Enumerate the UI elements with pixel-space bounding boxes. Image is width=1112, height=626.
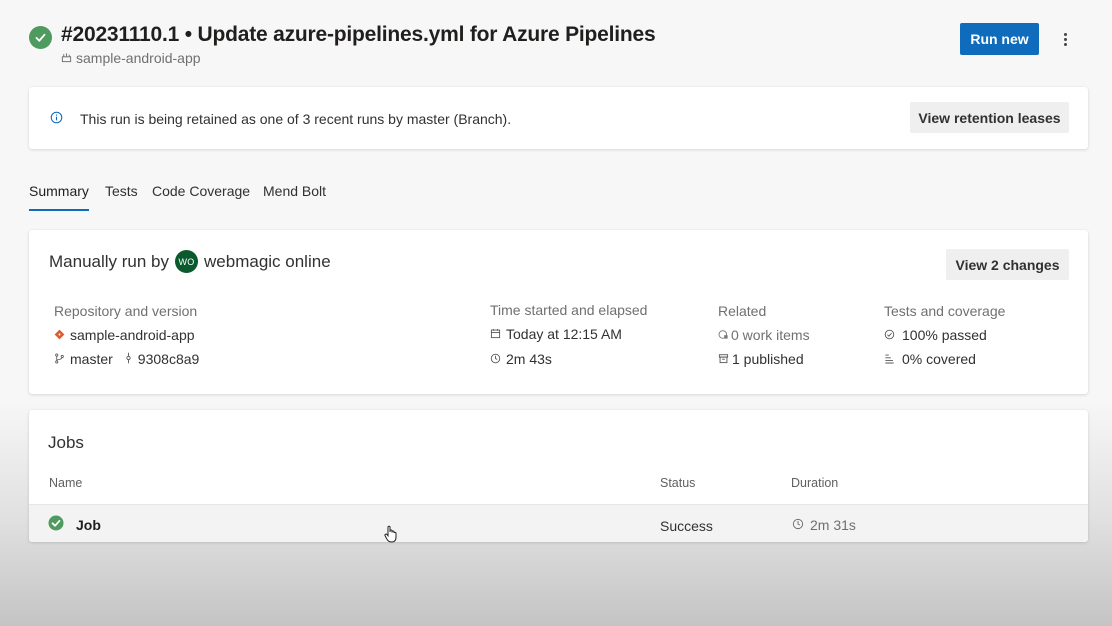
tab-summary-underline [29,209,89,211]
published-artifacts[interactable]: 1 published [718,351,804,367]
commit-hash[interactable]: 9308c8a9 [138,351,200,367]
page-title: #20231110.1 • Update azure-pipelines.yml… [61,23,656,46]
job-success-icon [48,515,64,536]
work-items[interactable]: 0 work items [718,327,810,343]
time-elapsed-text: 2m 43s [506,351,552,367]
related-heading: Related [718,303,767,319]
coverage-icon [884,351,895,367]
info-icon [50,111,63,129]
repo-subtitle[interactable]: sample-android-app [61,50,201,66]
coverage-text: 0% covered [902,351,976,367]
tests-passed[interactable]: 100% passed [884,327,987,343]
run-new-button[interactable]: Run new [960,23,1039,55]
branch-icon [54,351,65,367]
git-repo-icon [54,327,65,343]
check-circle-icon [884,327,895,343]
column-header-name: Name [49,476,83,490]
coverage[interactable]: 0% covered [884,351,976,367]
column-header-status: Status [660,476,696,490]
job-duration-text: 2m 31s [810,517,856,533]
tab-code-coverage[interactable]: Code Coverage [152,183,250,199]
view-retention-leases-button[interactable]: View retention leases [910,102,1069,133]
duration-clock-icon [792,517,804,533]
time-started: Today at 12:15 AM [490,326,622,342]
tab-summary[interactable]: Summary [29,183,89,199]
time-elapsed: 2m 43s [490,351,552,367]
time-heading: Time started and elapsed [490,302,648,318]
published-text: 1 published [732,351,804,367]
retention-banner: This run is being retained as one of 3 r… [29,87,1088,149]
calendar-icon [490,326,501,342]
manually-run-by: Manually run by WO webmagic online [49,250,331,273]
repository-link[interactable]: sample-android-app [54,327,195,343]
commit-icon [124,351,133,367]
branch-name[interactable]: master [70,351,113,367]
time-started-text: Today at 12:15 AM [506,326,622,342]
tests-heading: Tests and coverage [884,303,1006,319]
job-name: Job [76,517,101,533]
column-header-duration: Duration [791,476,839,490]
repo-icon [61,50,72,66]
tests-passed-text: 100% passed [902,327,987,343]
jobs-title: Jobs [48,433,84,452]
repository-name: sample-android-app [70,327,195,343]
work-items-text: 0 work items [731,327,810,343]
branch-commit: master 9308c8a9 [54,351,199,367]
repository-heading: Repository and version [54,303,198,319]
run-status-success-icon [29,26,52,49]
job-duration: 2m 31s [792,517,856,533]
table-row[interactable]: Job Success 2m 31s [29,504,1088,542]
hand-cursor-icon [384,525,398,548]
artifact-icon [718,351,729,367]
more-actions-icon[interactable] [1058,28,1072,50]
manually-run-by-label: Manually run by [49,251,170,271]
retention-message: This run is being retained as one of 3 r… [80,111,512,127]
repo-subtitle-text: sample-android-app [76,50,201,66]
view-changes-button[interactable]: View 2 changes [946,249,1069,280]
summary-card: Manually run by WO webmagic online View … [29,230,1088,394]
job-status: Success [660,518,713,534]
clock-icon [490,351,501,367]
tab-tests[interactable]: Tests [105,183,138,199]
user-name[interactable]: webmagic online [204,252,331,272]
work-item-icon [718,327,729,343]
avatar: WO [175,250,199,273]
jobs-card: Jobs Name Status Duration Job Success 2m… [29,410,1088,542]
tab-mend-bolt[interactable]: Mend Bolt [263,183,326,199]
